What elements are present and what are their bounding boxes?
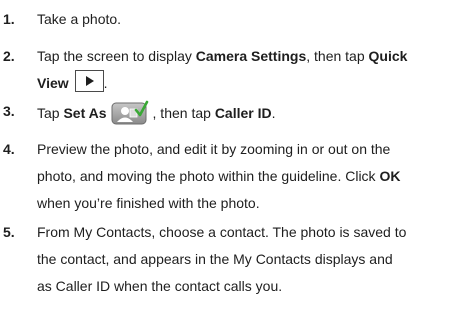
step-number: 3. [3, 103, 15, 119]
step-number: 2. [3, 48, 15, 64]
bold-text: Set As [63, 105, 107, 121]
text-run: Preview the photo, and edit it by zoomin… [37, 141, 391, 157]
bold-text: Camera Settings [195, 48, 307, 64]
text-run: photo, and moving the photo within the g… [37, 168, 380, 184]
step-line: Preview the photo, and edit it by zoomin… [37, 136, 467, 163]
set-as-caller-id-icon [111, 100, 149, 125]
text-run: when you’re finished with the photo. [37, 195, 260, 211]
text-run: From My Contacts, choose a contact. The … [37, 224, 407, 240]
play-triangle [85, 76, 94, 86]
step-text: Tap Set As , then tap Caller ID. [37, 100, 467, 125]
step-text: From My Contacts, choose a contact. The … [37, 219, 467, 300]
step-number: 5. [3, 224, 15, 240]
step-line: From My Contacts, choose a contact. The … [37, 219, 467, 246]
text-run: . [271, 105, 276, 121]
text-run: , then tap [152, 105, 215, 121]
bold-text: Caller ID [214, 105, 272, 121]
step-line: photo, and moving the photo within the g… [37, 163, 467, 190]
step-number: 1. [3, 11, 15, 27]
step-line: Take a photo. [37, 8, 467, 30]
text-run: Take a photo. [37, 11, 122, 27]
step-line: when you’re finished with the photo. [37, 190, 467, 217]
bold-text: View [37, 75, 69, 91]
step-text: Take a photo. [37, 8, 467, 30]
text-run: Tap the screen to display [37, 48, 196, 64]
bold-text: OK [379, 168, 401, 184]
step-line: Tap Set As , then tap Caller ID. [37, 100, 467, 125]
text-run: the contact, and appears in the My Conta… [37, 251, 393, 267]
step-line: the contact, and appears in the My Conta… [37, 246, 467, 273]
step-line: Tap the screen to display Camera Setting… [37, 43, 467, 70]
step-text: Tap the screen to display Camera Setting… [37, 43, 467, 97]
step-line: View. [37, 70, 467, 97]
text-run: . [103, 75, 108, 91]
play-icon [74, 70, 104, 92]
text-run: as Caller ID when the contact calls you. [37, 278, 283, 294]
step-number: 4. [3, 141, 15, 157]
bold-text: Quick [368, 48, 408, 64]
step-text: Preview the photo, and edit it by zoomin… [37, 136, 467, 217]
text-run: Tap [37, 105, 64, 121]
step-line: as Caller ID when the contact calls you. [37, 273, 467, 300]
text-run: , then tap [306, 48, 369, 64]
